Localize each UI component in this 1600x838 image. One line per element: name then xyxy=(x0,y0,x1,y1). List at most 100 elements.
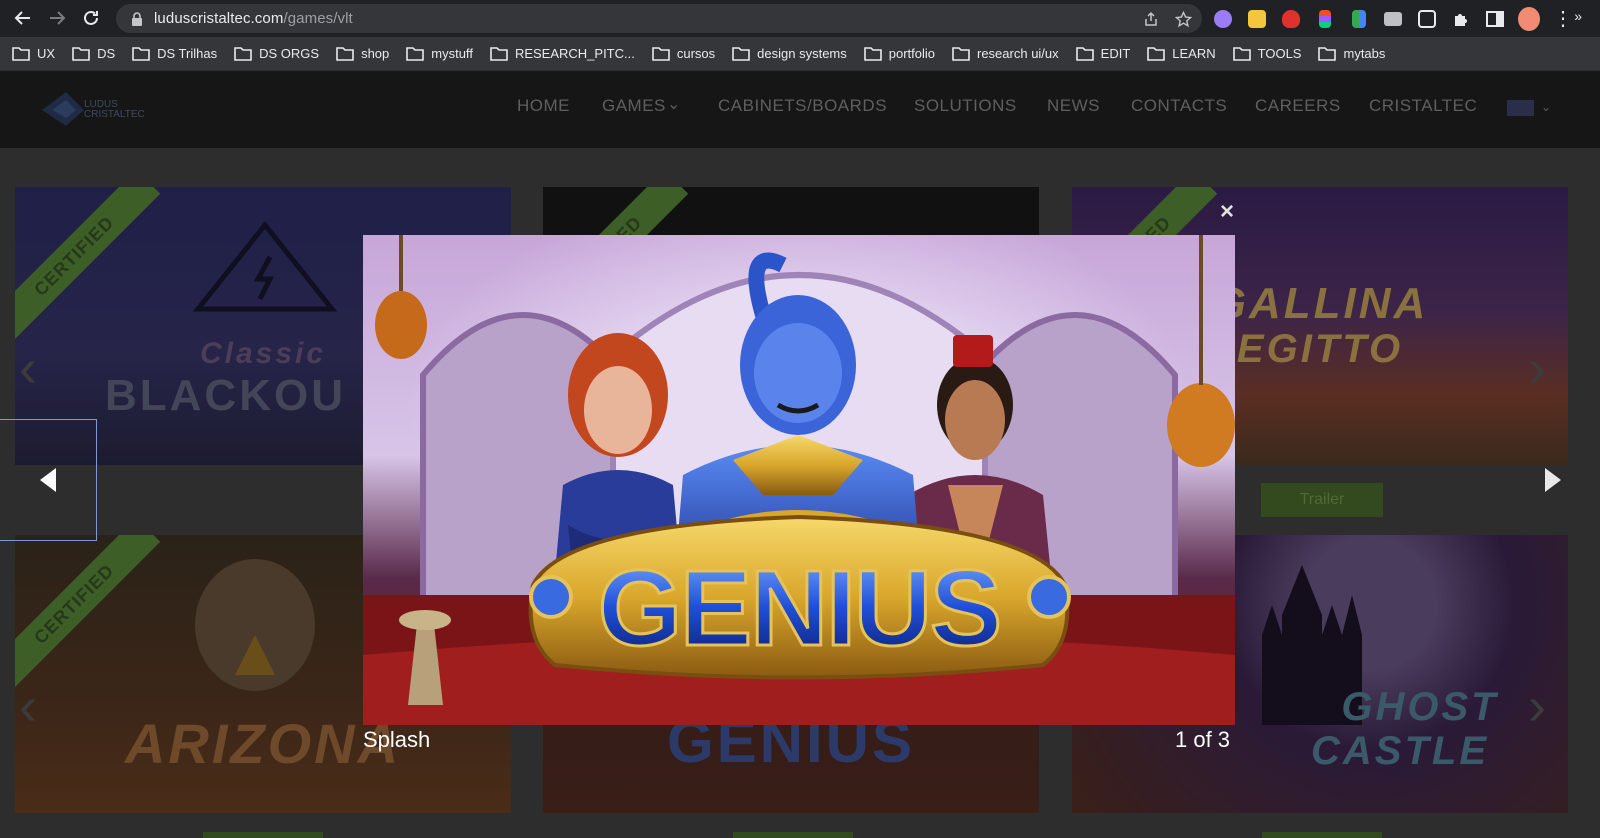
certified-ribbon: CERTIFIED xyxy=(15,187,161,343)
bookmark-folder[interactable]: portfolio xyxy=(863,46,935,61)
url-path: /games/vlt xyxy=(283,10,353,27)
folder-icon xyxy=(490,47,508,61)
bookmark-label: shop xyxy=(361,46,390,61)
bookmark-folder[interactable]: mytabs xyxy=(1318,46,1385,61)
side-panel-icon[interactable] xyxy=(1484,8,1506,30)
bookmark-folder[interactable]: EDIT xyxy=(1075,46,1131,61)
puzzle-icon[interactable] xyxy=(1450,8,1472,30)
bookmark-folder[interactable]: mystuff xyxy=(406,46,473,61)
warning-triangle-icon xyxy=(192,220,338,312)
bookmark-label: LEARN xyxy=(1172,46,1216,61)
lightbox-image: GENIUS xyxy=(363,235,1235,725)
bookmark-label: DS ORGS xyxy=(259,46,320,61)
arrow-right-icon xyxy=(50,11,66,25)
trailer-button-partial[interactable] xyxy=(203,832,323,838)
close-icon[interactable]: × xyxy=(1217,200,1237,224)
bookmark-folder[interactable]: TOOLS xyxy=(1232,46,1302,61)
folder-icon xyxy=(652,47,670,61)
profile-avatar[interactable] xyxy=(1518,6,1540,31)
forward-button[interactable] xyxy=(40,1,74,35)
folder-icon xyxy=(336,47,354,61)
folder-icon xyxy=(952,47,970,61)
nav-cristaltec[interactable]: CRISTALTEC xyxy=(1369,96,1477,116)
browser-toolbar: luduscristaltec.com/games/vlt ⋮ xyxy=(0,0,1600,37)
genius-splash-artwork: GENIUS xyxy=(363,235,1235,725)
address-bar[interactable]: luduscristaltec.com/games/vlt xyxy=(116,4,1202,33)
trailer-button-partial[interactable] xyxy=(733,832,853,838)
bookmark-label: DS Trilhas xyxy=(157,46,218,61)
triangle-right-icon xyxy=(1545,468,1561,492)
nav-contacts[interactable]: CONTACTS xyxy=(1131,96,1227,116)
bookmark-star-icon[interactable] xyxy=(1172,8,1194,30)
bookmark-label: mytabs xyxy=(1343,46,1386,61)
extension-notes-icon[interactable] xyxy=(1246,8,1268,30)
bookmarks-overflow-button[interactable]: » xyxy=(1574,8,1582,24)
folder-icon xyxy=(12,47,30,61)
reload-button[interactable] xyxy=(74,1,108,35)
more-menu-icon[interactable]: ⋮ xyxy=(1552,8,1574,30)
nav-cabinets-boards[interactable]: CABINETS/BOARDS xyxy=(718,96,887,116)
bookmark-label: research ui/ux xyxy=(977,46,1059,61)
bookmark-label: DS xyxy=(97,46,116,61)
figma-icon[interactable] xyxy=(1314,8,1336,30)
extension-purple-icon[interactable] xyxy=(1212,8,1234,30)
folder-icon xyxy=(732,47,750,61)
bookmark-folder[interactable]: shop xyxy=(336,46,389,61)
bookmark-folder[interactable]: RESEARCH_PITC... xyxy=(490,46,635,61)
bookmark-folder[interactable]: UX xyxy=(12,46,55,61)
extension-grid-icon[interactable] xyxy=(1348,8,1370,30)
tile-prev-arrow-icon[interactable]: ‹ xyxy=(19,675,37,737)
nav-games[interactable]: GAMES xyxy=(602,96,666,116)
bookmark-folder[interactable]: research ui/ux xyxy=(952,46,1059,61)
bookmark-folder[interactable]: design systems xyxy=(732,46,847,61)
bookmark-folder[interactable]: DS ORGS xyxy=(234,46,319,61)
folder-icon xyxy=(1147,47,1166,61)
lightbox-next-button[interactable] xyxy=(1536,458,1570,502)
url-host: luduscristaltec.com xyxy=(154,10,284,27)
bookmark-folder[interactable]: LEARN xyxy=(1147,46,1216,61)
folder-icon xyxy=(1075,47,1094,61)
bookmark-folder[interactable]: DS Trilhas xyxy=(132,46,217,61)
nav-home[interactable]: HOME xyxy=(517,96,570,116)
back-button[interactable] xyxy=(6,1,40,35)
triangle-left-icon xyxy=(40,468,56,492)
genius-logo-text: GENIUS xyxy=(598,547,1000,668)
folder-icon xyxy=(72,47,90,61)
folder-icon xyxy=(1232,47,1251,61)
bookmark-folder[interactable]: cursos xyxy=(652,46,715,61)
lock-icon[interactable] xyxy=(130,11,144,26)
tile-next-arrow-icon[interactable]: › xyxy=(1528,675,1546,737)
nav-careers[interactable]: CAREERS xyxy=(1255,96,1341,116)
folder-icon xyxy=(863,47,882,61)
arrow-left-icon xyxy=(14,11,30,25)
lightbox-prev-button[interactable] xyxy=(0,419,97,541)
bookmark-label: EDIT xyxy=(1100,46,1131,61)
nav-news[interactable]: NEWS xyxy=(1047,96,1100,116)
camera-icon[interactable] xyxy=(1382,8,1404,30)
url-text[interactable]: luduscristaltec.com/games/vlt xyxy=(154,10,353,27)
extensions-bar: ⋮ xyxy=(1212,4,1574,33)
site-nav: HOME GAMES ⌄ CABINETS/BOARDS SOLUTIONS N… xyxy=(0,96,1600,126)
trailer-button-partial[interactable] xyxy=(1262,832,1382,838)
nav-solutions[interactable]: SOLUTIONS xyxy=(914,96,1017,116)
lightbox-caption: Splash xyxy=(363,727,431,752)
language-chevron-icon: ⌄ xyxy=(1541,100,1552,114)
bookmark-label: design systems xyxy=(757,46,847,61)
folder-icon xyxy=(234,47,252,61)
eagle-icon xyxy=(195,559,315,691)
trailer-button[interactable]: Trailer xyxy=(1261,483,1383,517)
bookmark-label: RESEARCH_PITC... xyxy=(514,46,635,61)
tile-prev-arrow-icon[interactable]: ‹ xyxy=(19,337,37,399)
notion-icon[interactable] xyxy=(1416,8,1438,30)
extension-shield-icon[interactable] xyxy=(1280,8,1302,30)
certified-ribbon: CERTIFIED xyxy=(15,535,161,691)
chevron-down-icon: ⌄ xyxy=(667,96,681,113)
bookmark-label: TOOLS xyxy=(1257,46,1302,61)
bookmark-label: portfolio xyxy=(888,46,935,61)
bookmark-folder[interactable]: DS xyxy=(72,46,115,61)
share-icon[interactable] xyxy=(1140,8,1162,30)
tile-next-arrow-icon[interactable]: › xyxy=(1528,337,1546,399)
lightbox-counter: 1 of 3 xyxy=(1175,727,1231,752)
bookmark-label: UX xyxy=(37,46,56,61)
uk-flag-icon[interactable] xyxy=(1507,100,1534,116)
